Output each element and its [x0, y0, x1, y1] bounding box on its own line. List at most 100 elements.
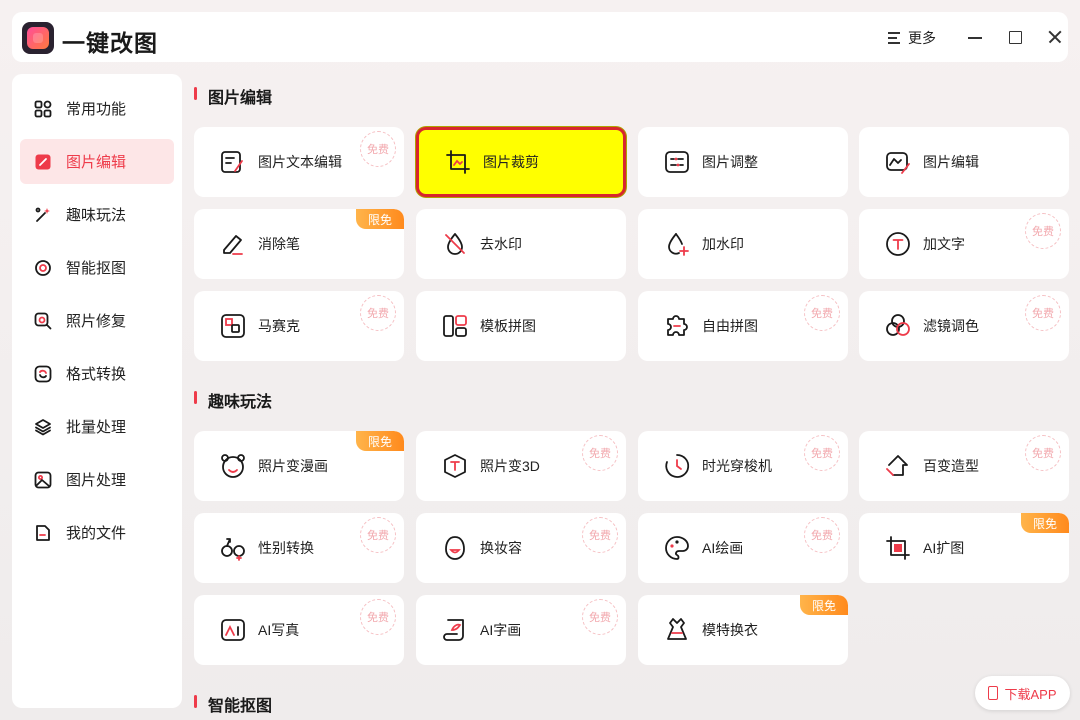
feature-card-label: 图片文本编辑 [258, 154, 342, 170]
sidebar-item-6[interactable]: 格式转换 [20, 351, 174, 396]
time-machine-icon [664, 453, 690, 479]
maximize-button[interactable] [1006, 28, 1024, 46]
feature-card-label: 图片裁剪 [483, 154, 539, 170]
feature-card[interactable]: 图片文本编辑 免费 [194, 127, 404, 197]
style-icon [885, 453, 911, 479]
download-app-button[interactable]: 下载APP [975, 676, 1070, 710]
sidebar-file-icon [34, 524, 52, 542]
adjust-icon [664, 149, 690, 175]
sidebar-item-label: 常用功能 [66, 101, 127, 118]
eraser-pen-icon [220, 231, 246, 257]
feature-card-label: 模特换衣 [702, 622, 758, 638]
feature-card[interactable]: 自由拼图 免费 [638, 291, 848, 361]
free-stamp: 免费 [360, 599, 396, 635]
section-title: 趣味玩法 [194, 388, 272, 412]
palette-icon [664, 535, 690, 561]
feature-card-label: 百变造型 [923, 458, 979, 474]
phone-icon [988, 686, 999, 700]
sidebar-item-8[interactable]: 图片处理 [20, 457, 174, 502]
expand-icon [885, 535, 911, 561]
section-title: 图片编辑 [194, 84, 272, 108]
sidebar-item-label: 趣味玩法 [66, 207, 127, 224]
feature-card[interactable]: 模板拼图 [416, 291, 626, 361]
feature-card-label: 消除笔 [258, 236, 300, 252]
feature-card[interactable]: 去水印 [416, 209, 626, 279]
feature-card[interactable]: 照片变漫画 限免 [194, 431, 404, 501]
feature-card[interactable]: 滤镜调色 免费 [859, 291, 1069, 361]
feature-card[interactable]: 消除笔 限免 [194, 209, 404, 279]
sidebar-item-label: 图片处理 [66, 472, 127, 489]
sidebar-item-5[interactable]: 照片修复 [20, 298, 174, 343]
feature-card[interactable]: 照片变3D 免费 [416, 431, 626, 501]
feature-card[interactable]: AI字画 免费 [416, 595, 626, 665]
feature-card-label: 加文字 [923, 236, 965, 252]
feature-card-label: AI绘画 [702, 540, 744, 556]
cartoon-face-icon [220, 453, 246, 479]
free-stamp: 免费 [804, 295, 840, 331]
sidebar-item-4[interactable]: 智能抠图 [20, 245, 174, 290]
limited-free-badge: 限免 [355, 431, 404, 451]
feature-card[interactable]: 百变造型 免费 [859, 431, 1069, 501]
feature-card-label: 照片变3D [480, 458, 540, 474]
filter-icon [885, 313, 911, 339]
sidebar-item-label: 我的文件 [66, 525, 127, 542]
sidebar-item-label: 格式转换 [66, 366, 127, 383]
feature-card-label: 去水印 [480, 236, 522, 252]
feature-card[interactable]: 换妆容 免费 [416, 513, 626, 583]
feature-card-label: 照片变漫画 [258, 458, 328, 474]
scroll-icon [442, 617, 468, 643]
feature-card-label: AI写真 [258, 622, 300, 638]
feature-card-label: 图片编辑 [923, 154, 979, 170]
sidebar-item-7[interactable]: 批量处理 [20, 404, 174, 449]
sidebar-item-3[interactable]: 趣味玩法 [20, 192, 174, 237]
add-text-icon [885, 231, 911, 257]
feature-card[interactable]: 马赛克 免费 [194, 291, 404, 361]
sidebar-item-9[interactable]: 我的文件 [20, 510, 174, 555]
feature-card[interactable]: 性别转换 免费 [194, 513, 404, 583]
feature-card[interactable]: 图片编辑 [859, 127, 1069, 197]
feature-card[interactable]: 模特换衣 限免 [638, 595, 848, 665]
feature-card[interactable]: 时光穿梭机 免费 [638, 431, 848, 501]
add-watermark-icon [664, 231, 690, 257]
minimize-button[interactable] [966, 28, 984, 46]
feature-card-label: 换妆容 [480, 540, 522, 556]
feature-card-label: 马赛克 [258, 318, 300, 334]
free-stamp: 免费 [360, 131, 396, 167]
feature-card[interactable]: 加文字 免费 [859, 209, 1069, 279]
feature-card-label: 图片调整 [702, 154, 758, 170]
title-bar: 一键改图 更多 [12, 12, 1068, 62]
crop-icon [445, 149, 471, 175]
feature-card[interactable]: AI写真 免费 [194, 595, 404, 665]
feature-card[interactable]: AI绘画 免费 [638, 513, 848, 583]
feature-card-label: 加水印 [702, 236, 744, 252]
image-edit-icon [885, 149, 911, 175]
sidebar-edit-icon [34, 153, 52, 171]
feature-card[interactable]: 图片裁剪 [416, 127, 626, 197]
portrait-icon [220, 617, 246, 643]
feature-card[interactable]: 图片调整 [638, 127, 848, 197]
sidebar-item-2[interactable]: 图片编辑 [20, 139, 174, 184]
close-button[interactable] [1046, 28, 1064, 46]
free-stamp: 免费 [1025, 435, 1061, 471]
dress-icon [664, 617, 690, 643]
sidebar-layers-icon [34, 418, 52, 436]
sidebar-item-1[interactable]: 常用功能 [20, 86, 174, 131]
feature-card-label: AI扩图 [923, 540, 965, 556]
sidebar-convert-icon [34, 365, 52, 383]
sidebar-item-label: 图片编辑 [66, 154, 127, 171]
feature-card[interactable]: 加水印 [638, 209, 848, 279]
limited-free-badge: 限免 [799, 595, 848, 615]
main-content: 图片编辑 图片文本编辑 免费 图片裁剪 图片调整 图片编辑 消除笔 限免 去水印 加水印 加文字 免费… [194, 74, 1074, 720]
remove-watermark-icon [442, 231, 468, 257]
text-edit-icon [220, 149, 246, 175]
free-stamp: 免费 [360, 295, 396, 331]
sidebar-image-icon [34, 471, 52, 489]
feature-card-label: 时光穿梭机 [702, 458, 772, 474]
sidebar: 常用功能图片编辑趣味玩法智能抠图照片修复格式转换批量处理图片处理我的文件 [12, 74, 182, 708]
free-stamp: 免费 [582, 517, 618, 553]
mosaic-icon [220, 313, 246, 339]
more-menu-button[interactable]: 更多 [888, 27, 936, 49]
template-collage-icon [442, 313, 468, 339]
sidebar-grid-icon [34, 100, 52, 118]
feature-card[interactable]: AI扩图 限免 [859, 513, 1069, 583]
